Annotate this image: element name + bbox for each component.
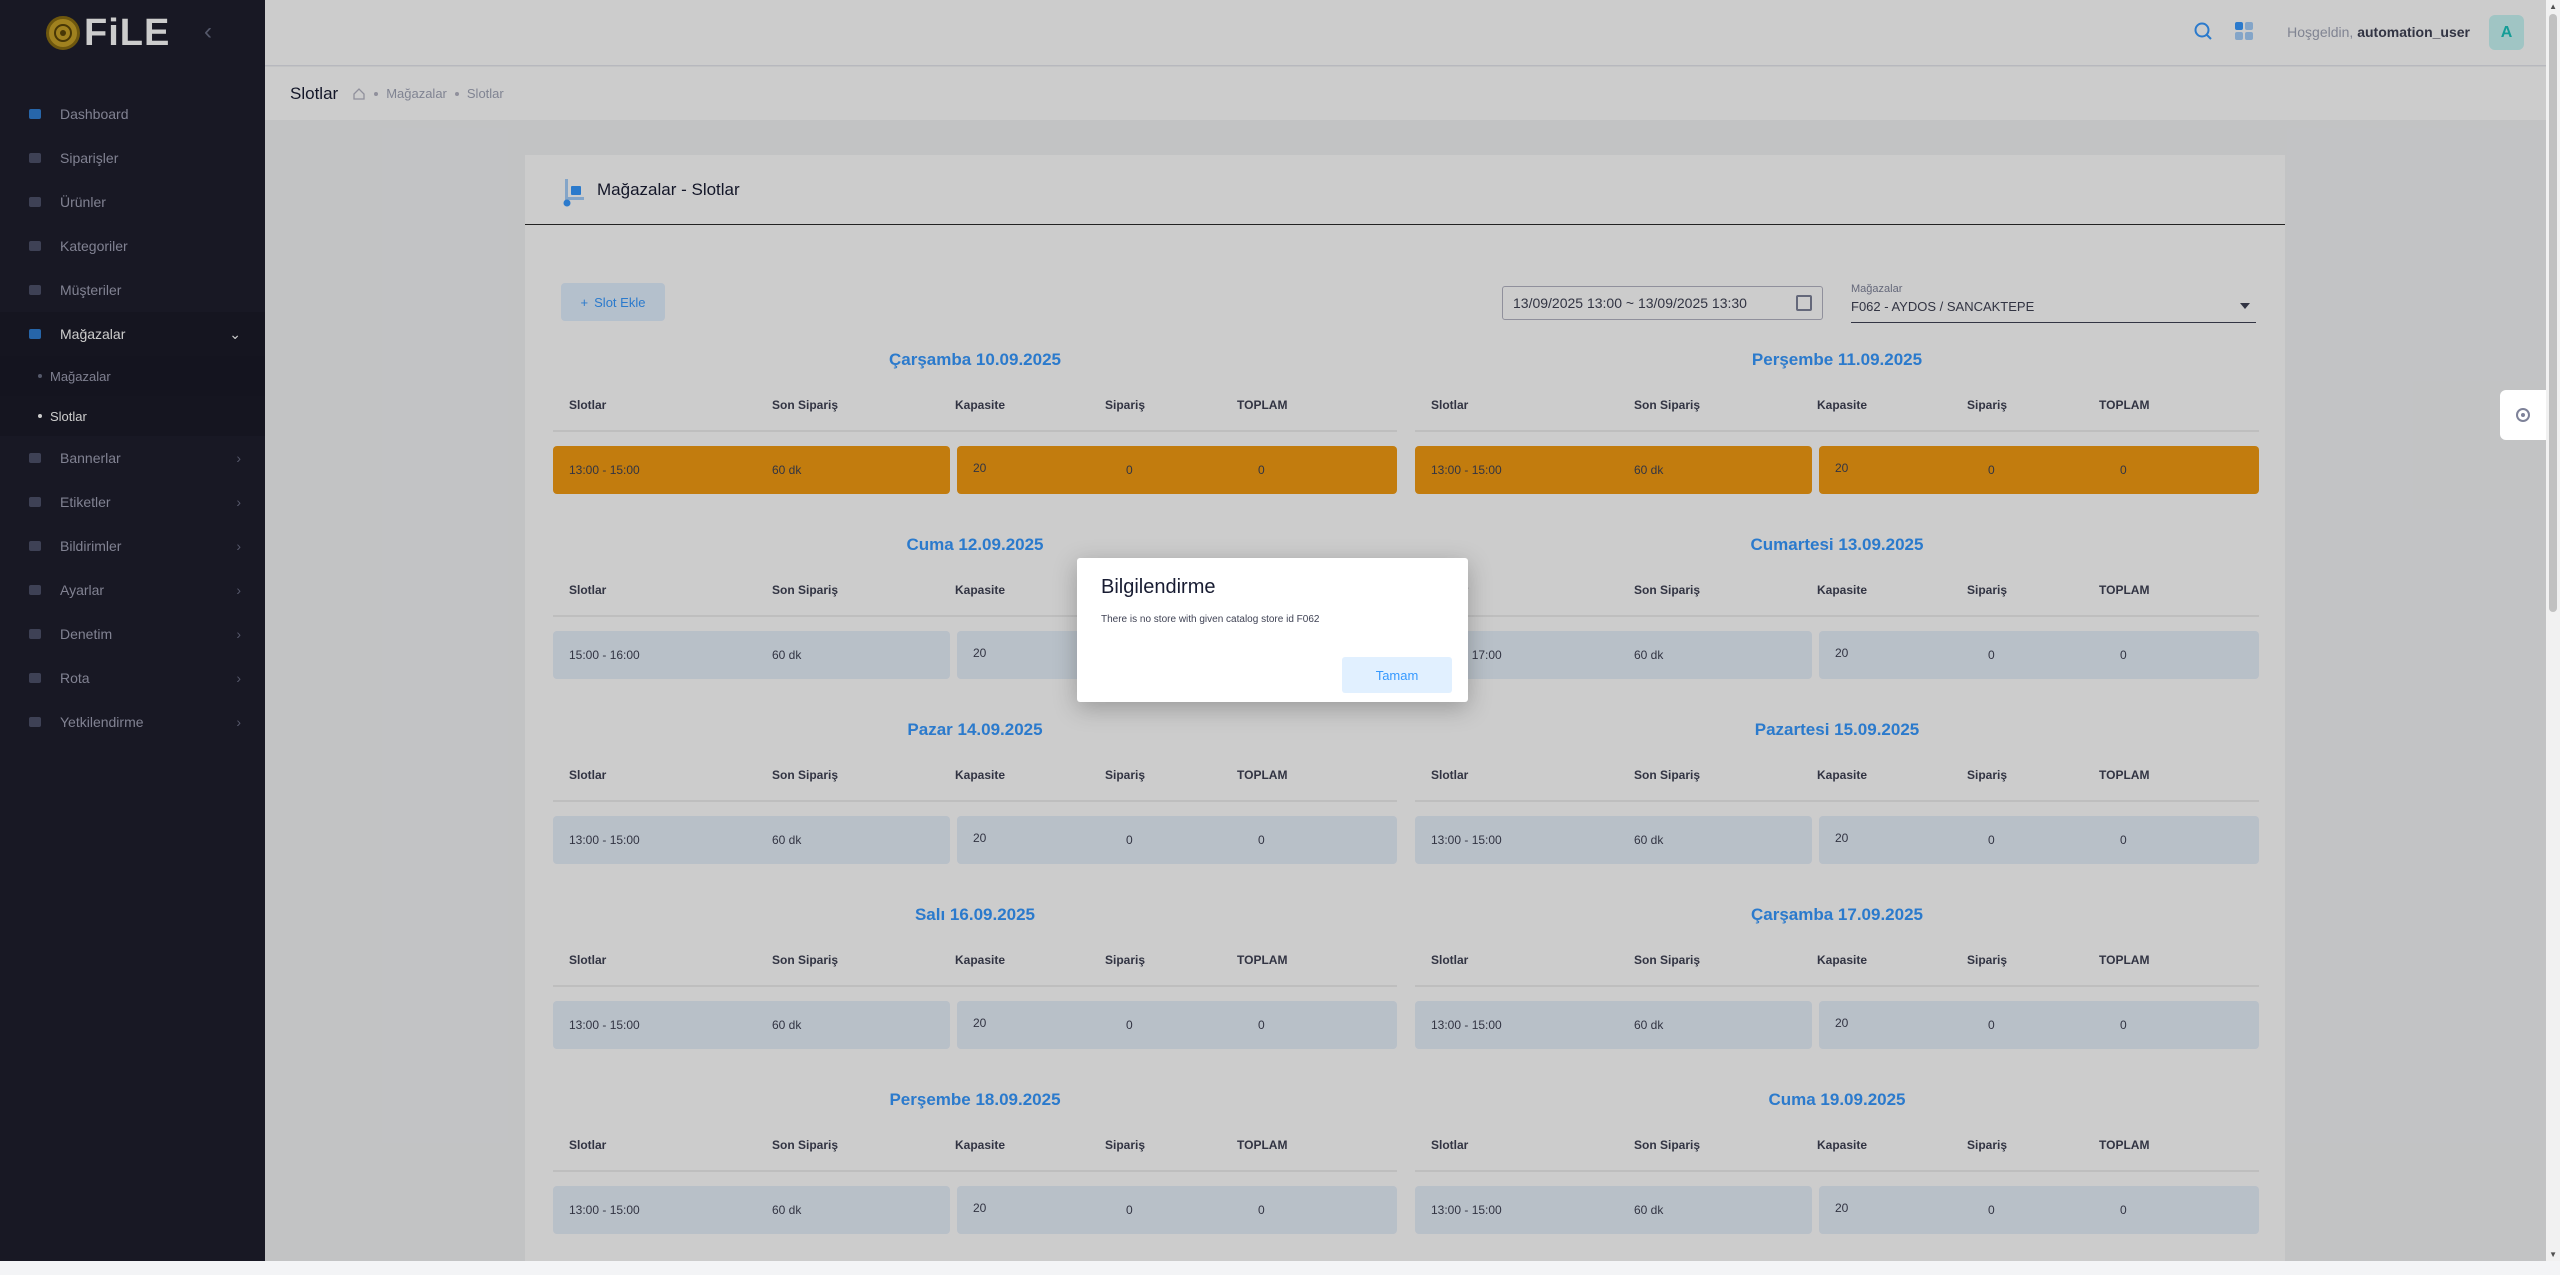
gear-icon	[2516, 408, 2530, 422]
scrollbar-thumb[interactable]	[2549, 14, 2557, 612]
settings-panel-toggle[interactable]	[2500, 390, 2546, 440]
info-dialog: Bilgilendirme There is no store with giv…	[1077, 558, 1468, 702]
scroll-up-arrow-icon[interactable]: ▲	[2549, 2, 2557, 11]
scroll-down-arrow-icon[interactable]: ▼	[2549, 1250, 2557, 1259]
dialog-title: Bilgilendirme	[1101, 576, 1216, 598]
dialog-message: There is no store with given catalog sto…	[1101, 614, 1320, 625]
page-scrollbar[interactable]: ▲ ▼	[2546, 0, 2560, 1261]
ok-button[interactable]: Tamam	[1342, 657, 1452, 693]
